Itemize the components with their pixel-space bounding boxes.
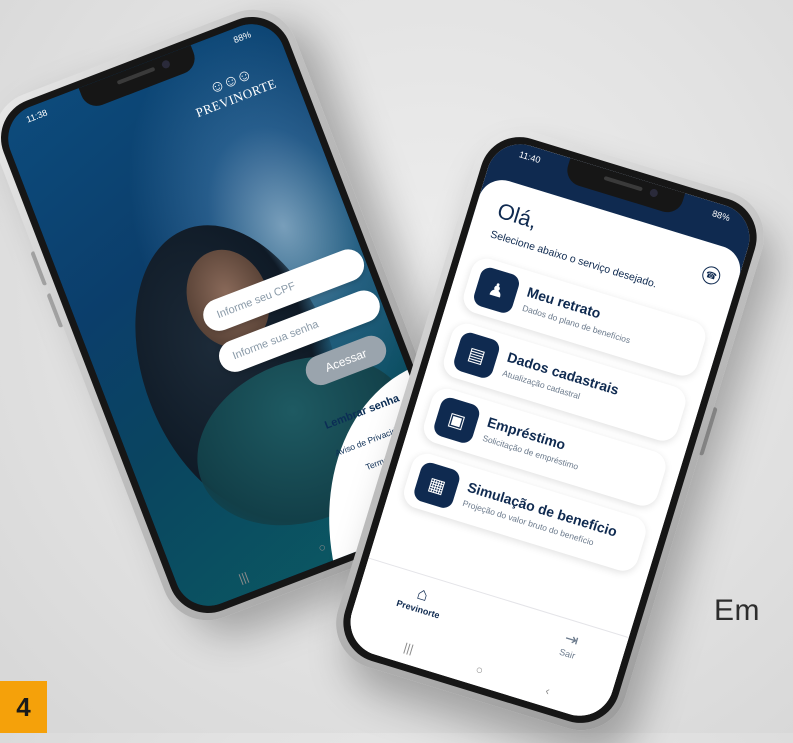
menu-phone: 11:40 88% Olá, ☎ Selecione abaixo o serv… xyxy=(324,118,776,742)
tab-exit[interactable]: ⇥ Sair xyxy=(558,628,582,661)
money-icon: ▣ xyxy=(431,395,482,446)
tab-home[interactable]: ⌂ Previnorte xyxy=(395,578,447,621)
calculator-icon: ▦ xyxy=(411,460,462,511)
person-card-icon: ♟ xyxy=(471,265,522,316)
id-card-icon: ▤ xyxy=(451,330,502,381)
page-number-badge: 4 xyxy=(0,681,47,733)
home-circle-icon[interactable]: ○ xyxy=(316,540,328,556)
home-circle-icon[interactable]: ○ xyxy=(474,662,485,678)
overlay-caption: Em xyxy=(714,594,760,627)
